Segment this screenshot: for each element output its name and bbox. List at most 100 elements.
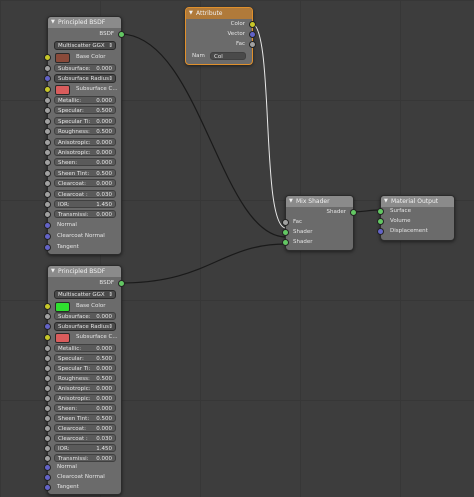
surface-input-socket[interactable] xyxy=(377,208,384,215)
color-output-socket[interactable] xyxy=(249,21,256,28)
param-slider-field[interactable]: Anisotropic: 0.000 xyxy=(54,394,116,402)
param-slider-field[interactable]: Specular Ti: 0.000 xyxy=(54,116,116,125)
param-input-socket[interactable] xyxy=(44,345,51,352)
param-slider-field[interactable]: Clearcoat : 0.030 xyxy=(54,434,116,442)
param-input-socket[interactable] xyxy=(44,455,51,462)
vector-output-socket[interactable] xyxy=(249,31,256,38)
param-input-socket[interactable] xyxy=(44,169,51,177)
param-slider-field[interactable]: Clearcoat: 0.000 xyxy=(54,179,116,188)
clearcoat-normal-socket[interactable] xyxy=(44,474,51,481)
param-slider-field[interactable]: Sheen: 0.000 xyxy=(54,404,116,412)
base-color-socket[interactable] xyxy=(44,54,51,61)
collapse-arrow-icon[interactable]: ▼ xyxy=(289,196,293,207)
param-slider-field[interactable]: IOR: 1.450 xyxy=(54,444,116,452)
param-slider-field[interactable]: Sheen Tint: 0.500 xyxy=(54,168,116,177)
tangent-socket[interactable] xyxy=(44,484,51,491)
subsurface-radius-dropdown[interactable]: Subsurface Radius ⇕ xyxy=(54,74,116,83)
param-input-socket[interactable] xyxy=(44,117,51,125)
fac-output-socket[interactable] xyxy=(249,41,256,48)
collapse-arrow-icon[interactable]: ▼ xyxy=(384,196,388,207)
param-input-socket[interactable] xyxy=(44,355,51,362)
subsurface-color-socket[interactable] xyxy=(44,86,51,93)
param-slider-field[interactable]: Roughness: 0.500 xyxy=(54,127,116,136)
shader-input-socket-2[interactable] xyxy=(282,239,289,246)
subsurface-socket[interactable] xyxy=(44,313,51,320)
subsurface-socket[interactable] xyxy=(44,65,51,72)
displacement-input-socket[interactable] xyxy=(377,228,384,235)
distribution-dropdown[interactable]: Multiscatter GGX ⇕ xyxy=(54,41,116,50)
param-input-socket[interactable] xyxy=(44,201,51,208)
param-input-socket[interactable] xyxy=(44,405,51,412)
bsdf-output-socket[interactable] xyxy=(118,280,125,287)
node-header[interactable]: ▼ Attribute xyxy=(186,8,252,19)
tangent-socket[interactable] xyxy=(44,244,51,251)
subsurface-radius-socket[interactable] xyxy=(44,75,51,82)
param-slider-field[interactable]: Specular: 0.500 xyxy=(54,354,116,362)
param-input-socket[interactable] xyxy=(44,180,51,188)
param-slider-field[interactable]: Clearcoat : 0.030 xyxy=(54,189,116,198)
node-header[interactable]: ▼ Principled BSDF xyxy=(48,17,121,28)
param-input-socket[interactable] xyxy=(44,149,51,156)
param-slider-field[interactable]: Specular Ti: 0.000 xyxy=(54,364,116,372)
param-input-socket[interactable] xyxy=(44,128,51,136)
fac-input-socket[interactable] xyxy=(282,219,289,226)
base-color-socket[interactable] xyxy=(44,303,51,310)
principled-bsdf-node-bottom[interactable]: ▼ Principled BSDF BSDF Multiscatter GGX ⇕ … xyxy=(44,265,125,495)
param-input-socket[interactable] xyxy=(44,415,51,422)
collapse-arrow-icon[interactable]: ▼ xyxy=(51,266,55,277)
collapse-arrow-icon[interactable]: ▼ xyxy=(189,8,193,19)
param-slider-field[interactable]: Sheen Tint: 0.500 xyxy=(54,414,116,422)
param-input-socket[interactable] xyxy=(44,138,51,146)
base-color-swatch[interactable] xyxy=(55,53,70,63)
param-input-socket[interactable] xyxy=(44,190,51,198)
attribute-node[interactable]: ▼ Attribute Color Vector Fac Nam Col xyxy=(185,7,256,65)
subsurface-field[interactable]: Subsurface: 0.000 xyxy=(54,64,116,72)
base-color-swatch[interactable] xyxy=(55,302,70,312)
principled-bsdf-node-top[interactable]: ▼ Principled BSDF BSDF Multiscatter GGX ⇕ … xyxy=(44,16,125,255)
volume-input-socket[interactable] xyxy=(377,218,384,225)
node-header[interactable]: ▼ Mix Shader xyxy=(286,196,353,207)
param-input-socket[interactable] xyxy=(44,107,51,115)
collapse-arrow-icon[interactable]: ▼ xyxy=(51,17,55,28)
shader-output-socket[interactable] xyxy=(350,209,357,216)
param-input-socket[interactable] xyxy=(44,97,51,104)
param-slider-field[interactable]: Anisotropic: 0.000 xyxy=(54,148,116,156)
param-slider-field[interactable]: IOR: 1.450 xyxy=(54,200,116,208)
param-input-socket[interactable] xyxy=(44,375,51,382)
param-input-socket[interactable] xyxy=(44,425,51,432)
mix-shader-node[interactable]: ▼ Mix Shader Shader Fac Shader Shader xyxy=(282,195,357,251)
param-input-socket[interactable] xyxy=(44,211,51,219)
subsurface-field[interactable]: Subsurface: 0.000 xyxy=(54,312,116,320)
subsurface-radius-socket[interactable] xyxy=(44,323,51,330)
param-input-socket[interactable] xyxy=(44,395,51,402)
param-slider-field[interactable]: Clearcoat: 0.000 xyxy=(54,424,116,432)
param-slider-field[interactable]: Transmissi: 0.000 xyxy=(54,454,116,462)
param-slider-field[interactable]: Metallic: 0.000 xyxy=(54,344,116,352)
param-slider-field[interactable]: Anisotropic: 0.000 xyxy=(54,384,116,392)
shader-input-socket-1[interactable] xyxy=(282,229,289,236)
node-header[interactable]: ▼ Principled BSDF xyxy=(48,266,121,277)
param-slider-field[interactable]: Sheen: 0.000 xyxy=(54,158,116,167)
param-input-socket[interactable] xyxy=(44,385,51,392)
param-input-socket[interactable] xyxy=(44,159,51,167)
param-input-socket[interactable] xyxy=(44,365,51,372)
attribute-name-input[interactable]: Col xyxy=(210,52,246,60)
distribution-dropdown[interactable]: Multiscatter GGX ⇕ xyxy=(54,290,116,299)
bsdf-output-socket[interactable] xyxy=(118,31,125,38)
node-header[interactable]: ▼ Material Output xyxy=(381,196,454,207)
param-slider-field[interactable]: Metallic: 0.000 xyxy=(54,96,116,104)
param-input-socket[interactable] xyxy=(44,435,51,442)
param-slider-field[interactable]: Anisotropic: 0.000 xyxy=(54,137,116,146)
param-slider-field[interactable]: Specular: 0.500 xyxy=(54,106,116,115)
subsurface-color-swatch[interactable] xyxy=(55,333,70,343)
normal-socket[interactable] xyxy=(44,464,51,471)
subsurface-color-swatch[interactable] xyxy=(55,85,70,95)
material-output-node[interactable]: ▼ Material Output Surface Volume Displace… xyxy=(377,195,455,241)
param-slider-field[interactable]: Roughness: 0.500 xyxy=(54,374,116,382)
subsurface-color-socket[interactable] xyxy=(44,334,51,341)
clearcoat-normal-socket[interactable] xyxy=(44,233,51,240)
param-input-socket[interactable] xyxy=(44,445,51,452)
subsurface-radius-dropdown[interactable]: Subsurface Radius ⇕ xyxy=(54,322,116,331)
normal-socket[interactable] xyxy=(44,222,51,229)
param-slider-field[interactable]: Transmissi: 0.000 xyxy=(54,210,116,219)
